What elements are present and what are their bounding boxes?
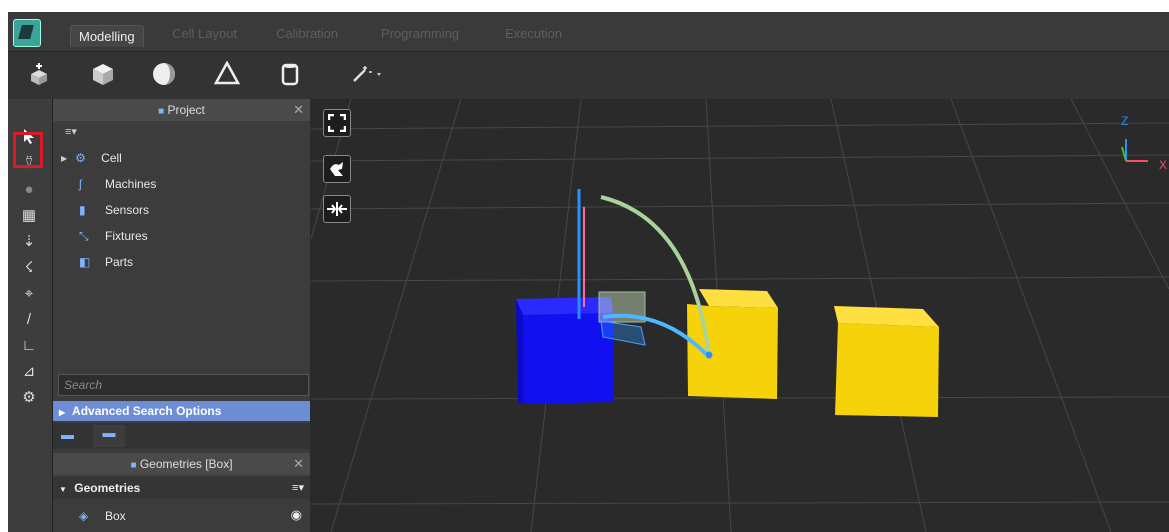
box-part-icon: ◈ bbox=[79, 509, 89, 523]
project-menu-button[interactable]: ≡▾ bbox=[65, 125, 77, 138]
axis-measure-icon: ∟ bbox=[21, 336, 37, 354]
cell-icon: ⚙ bbox=[75, 151, 86, 165]
eye-icon[interactable]: ◉ bbox=[291, 507, 302, 523]
tree-item-label: Sensors bbox=[105, 203, 150, 217]
tree-item-parts[interactable]: ◧ Parts bbox=[79, 251, 133, 273]
cylinder-button[interactable] bbox=[276, 60, 304, 88]
sensor-icon: ▮ bbox=[79, 203, 86, 217]
tab-calibration[interactable]: Calibration bbox=[276, 26, 338, 41]
tree-item-label: Fixtures bbox=[105, 229, 148, 243]
expand-arrow-icon[interactable]: ▶ bbox=[61, 154, 67, 163]
tree-item-label: Box bbox=[105, 509, 126, 523]
pencil-icon: / bbox=[26, 310, 32, 328]
tab-modelling[interactable]: Modelling bbox=[70, 25, 144, 47]
tree-item-cell[interactable]: ▶ ⚙ Cell bbox=[61, 147, 122, 169]
collapse-arrow-icon: ▼ bbox=[59, 485, 67, 494]
robot-arm-icon: ☇ bbox=[24, 259, 34, 276]
tree-item-label: Parts bbox=[105, 255, 134, 269]
fixture-icon: ⤡ bbox=[79, 229, 89, 243]
measure-tool-button[interactable]: ∟ bbox=[14, 331, 44, 359]
project-panel-header: ■ Project ✕ bbox=[53, 99, 310, 121]
view-options-button[interactable] bbox=[323, 155, 351, 183]
cone-icon bbox=[214, 61, 240, 85]
geometries-panel-title: Geometries [Box] bbox=[139, 457, 233, 471]
pen-tool-button[interactable]: / bbox=[14, 305, 44, 333]
fit-view-button[interactable] bbox=[323, 109, 351, 137]
settings-tool-button[interactable]: ⚙ bbox=[14, 383, 44, 411]
part-icon: ◧ bbox=[79, 255, 91, 269]
geometries-section-label: Geometries bbox=[74, 481, 141, 495]
folder-icon[interactable]: ▬ bbox=[61, 427, 87, 445]
tree-item-machines[interactable]: ʃ Machines bbox=[79, 173, 156, 195]
geometry-item-box[interactable]: ◈ Box bbox=[79, 505, 126, 527]
tree-item-label: Cell bbox=[101, 151, 122, 165]
compress-arrows-icon bbox=[327, 202, 347, 216]
camera-hand-icon bbox=[330, 162, 343, 176]
tree-item-label: Machines bbox=[105, 177, 157, 191]
tab-execution[interactable]: Execution bbox=[505, 26, 562, 41]
project-panel-title: Project bbox=[167, 103, 205, 117]
gear-icon: ⚙ bbox=[22, 389, 36, 406]
search-input[interactable]: Search bbox=[58, 374, 309, 396]
magic-wand-dropdown[interactable] bbox=[348, 60, 388, 88]
selection-highlight bbox=[13, 132, 43, 168]
add-geometry-button[interactable] bbox=[25, 60, 53, 88]
joint-tool-button[interactable]: ● bbox=[14, 175, 44, 203]
fullscreen-icon bbox=[328, 114, 346, 132]
tree-item-sensors[interactable]: ▮ Sensors bbox=[79, 199, 149, 221]
geometries-panel-header: ■ Geometries [Box] ✕ bbox=[53, 453, 310, 475]
sphere-button[interactable] bbox=[150, 60, 178, 88]
sphere-icon bbox=[153, 63, 175, 85]
advanced-search-label: Advanced Search Options bbox=[72, 404, 222, 418]
3d-viewport[interactable]: Z X bbox=[311, 99, 1169, 532]
scene-canvas: Z X bbox=[311, 99, 1169, 532]
geometries-menu-button[interactable]: ≡▾ bbox=[292, 477, 304, 499]
grid-icon: ▦ bbox=[21, 207, 37, 224]
cube-plus-icon bbox=[31, 63, 47, 85]
expand-arrow-icon: ▶ bbox=[59, 408, 66, 417]
machine-icon: ʃ bbox=[79, 177, 82, 191]
toolbar bbox=[8, 51, 1169, 100]
tree-item-fixtures[interactable]: ⤡ Fixtures bbox=[79, 225, 148, 247]
robot-tool-button[interactable]: ☇ bbox=[14, 253, 44, 281]
tab-cell-layout[interactable]: Cell Layout bbox=[172, 26, 237, 41]
yellow-box-2[interactable] bbox=[834, 306, 939, 417]
folder-tab-strip: ▬ ▬ bbox=[53, 423, 310, 449]
tab-bar: Modelling Cell Layout Calibration Progra… bbox=[8, 12, 1169, 51]
drop-arrow-icon: ⇣ bbox=[22, 233, 36, 250]
advanced-search-bar[interactable]: ▶ Advanced Search Options bbox=[53, 401, 310, 421]
cylinder-icon bbox=[281, 63, 299, 86]
box-icon bbox=[93, 64, 113, 85]
project-panel: ■ Project ✕ ≡▾ ▶ ⚙ Cell ʃ Machines ▮ Sen… bbox=[53, 99, 310, 532]
axis-x-label: X bbox=[1159, 158, 1167, 172]
cone-button[interactable] bbox=[213, 60, 241, 88]
close-icon[interactable]: ✕ bbox=[293, 453, 304, 475]
app-window: Modelling Cell Layout Calibration Progra… bbox=[8, 12, 1169, 532]
location-pin-icon: ⌖ bbox=[24, 284, 34, 302]
geometry-icon: ■ bbox=[130, 460, 137, 471]
box-button[interactable] bbox=[89, 60, 117, 88]
pin-tool-button[interactable]: ⌖ bbox=[14, 279, 44, 307]
folder-icon: ■ bbox=[158, 106, 165, 117]
grid-tool-button[interactable]: ▦ bbox=[14, 201, 44, 229]
drop-tool-button[interactable]: ⇣ bbox=[14, 227, 44, 255]
app-logo bbox=[13, 19, 41, 47]
tab-programming[interactable]: Programming bbox=[381, 26, 459, 41]
joint-icon: ● bbox=[24, 180, 34, 198]
snap-tool-button[interactable]: ⊿ bbox=[14, 357, 44, 385]
magic-wand-icon bbox=[353, 66, 381, 82]
collapse-view-button[interactable] bbox=[323, 195, 351, 223]
snap-icon: ⊿ bbox=[22, 363, 36, 380]
geometries-section-header[interactable]: ▼ Geometries ≡▾ bbox=[53, 477, 310, 499]
axis-z-label: Z bbox=[1121, 114, 1128, 128]
close-icon[interactable]: ✕ bbox=[293, 99, 304, 121]
open-folder-icon[interactable]: ▬ bbox=[93, 425, 125, 447]
